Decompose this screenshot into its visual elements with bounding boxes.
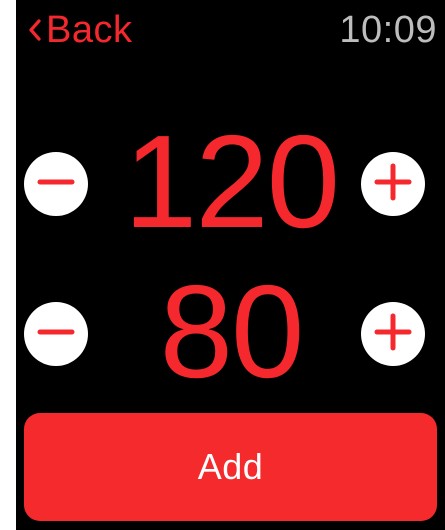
diastolic-decrement-button[interactable]	[24, 302, 88, 366]
plus-icon	[373, 162, 413, 207]
diastolic-value: 80	[159, 258, 305, 405]
systolic-decrement-button[interactable]	[24, 152, 88, 216]
systolic-value: 120	[123, 108, 340, 255]
clock: 10:09	[339, 9, 437, 51]
systolic-stepper: 120	[16, 112, 445, 252]
chevron-left-icon	[26, 10, 44, 50]
diastolic-increment-button[interactable]	[361, 302, 425, 366]
back-label: Back	[46, 9, 133, 51]
status-bar: Back 10:09	[16, 0, 445, 60]
add-button[interactable]: Add	[24, 413, 437, 521]
back-button[interactable]: Back	[26, 6, 132, 54]
diastolic-stepper: 80	[16, 262, 445, 402]
watch-screen: Back 10:09 120 80 Add	[16, 0, 445, 530]
minus-icon	[36, 312, 76, 357]
minus-icon	[36, 162, 76, 207]
plus-icon	[373, 312, 413, 357]
systolic-increment-button[interactable]	[361, 152, 425, 216]
add-button-label: Add	[197, 446, 264, 487]
